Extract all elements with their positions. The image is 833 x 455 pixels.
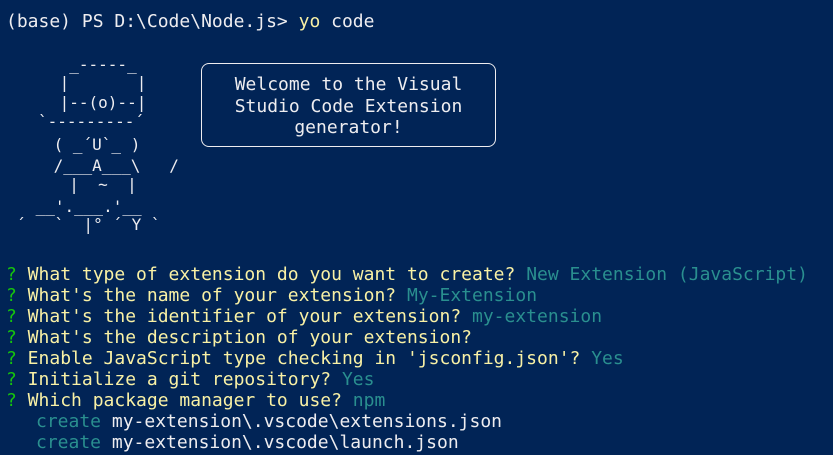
question-text: Which package manager to use?: [16, 390, 353, 411]
powershell-terminal[interactable]: (base) PS D:\Code\Node.js> yo code _----…: [0, 0, 833, 455]
question-mark: ?: [6, 264, 17, 285]
question-answer: New Extension (JavaScript): [526, 264, 808, 285]
question-answer: My-Extension: [406, 285, 538, 306]
question-line: ? Initialize a git repository? Yes: [6, 369, 374, 390]
question-mark: ?: [6, 306, 17, 327]
question-line: ? What's the description of your extensi…: [6, 327, 483, 348]
art-row-5: ( _´U`_ ): [44, 135, 179, 154]
art-row-8: __'.___.'__: [26, 197, 171, 216]
created-file-path: my-extension\.vscode\launch.json: [101, 432, 459, 453]
art-row-1: _-----_: [50, 55, 185, 74]
question-text: What's the description of your extension…: [16, 327, 483, 348]
create-action: create: [36, 432, 102, 453]
art-row-4: `---------´: [38, 112, 173, 131]
prompt-path: (base) PS D:\Code\Node.js>: [6, 11, 299, 32]
question-line: ? What type of extension do you want to …: [6, 264, 808, 285]
created-file-line: create my-extension\.vscode\launch.json: [36, 432, 459, 453]
welcome-message-box: Welcome to the Visual Studio Code Extens…: [201, 63, 496, 147]
question-mark: ?: [6, 390, 17, 411]
question-answer: Yes: [591, 348, 624, 369]
question-text: Initialize a git repository?: [16, 369, 342, 390]
art-row-9: ´ ` |° ´ Y `: [16, 215, 161, 234]
question-line: ? What's the name of your extension? My-…: [6, 285, 537, 306]
question-text: Enable JavaScript type checking in 'jsco…: [16, 348, 592, 369]
question-answer: my-extension: [472, 306, 603, 327]
question-text: What's the name of your extension?: [16, 285, 407, 306]
art-row-2: | |: [50, 73, 185, 92]
question-line: ? Enable JavaScript type checking in 'js…: [6, 348, 624, 369]
question-text: What's the identifier of your extension?: [16, 306, 472, 327]
created-file-line: create my-extension\.vscode\extensions.j…: [36, 411, 502, 432]
command-name: yo: [298, 11, 321, 32]
question-mark: ?: [6, 327, 17, 348]
command-argument: code: [320, 11, 375, 32]
question-line: ? Which package manager to use? npm: [6, 390, 385, 411]
art-row-7: | ~ |: [50, 175, 185, 194]
question-answer: npm: [352, 390, 386, 411]
created-file-path: my-extension\.vscode\extensions.json: [101, 411, 502, 432]
question-line: ? What's the identifier of your extensio…: [6, 306, 602, 327]
question-mark: ?: [6, 348, 17, 369]
welcome-message: Welcome to the Visual Studio Code Extens…: [234, 74, 463, 138]
art-row-6: /___A___\ /: [44, 156, 179, 175]
question-text: What type of extension do you want to cr…: [16, 264, 527, 285]
yeoman-ascii-art: _-----_ | | |--(o)--| `---------´ ( _´U`…: [10, 55, 195, 240]
question-mark: ?: [6, 285, 17, 306]
question-mark: ?: [6, 369, 17, 390]
command-prompt-line: (base) PS D:\Code\Node.js> yo code: [6, 11, 374, 32]
art-row-3: |--(o)--|: [50, 93, 185, 112]
create-action: create: [36, 411, 102, 432]
question-answer: Yes: [341, 369, 375, 390]
